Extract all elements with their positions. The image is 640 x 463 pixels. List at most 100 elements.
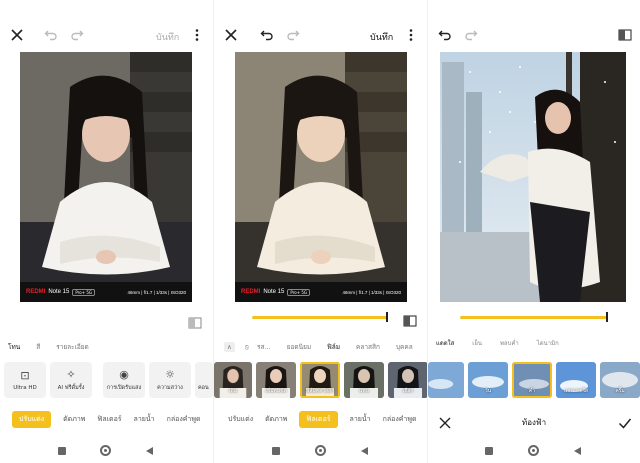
save-button[interactable]: บันทึก — [370, 30, 393, 44]
sky-thumb[interactable]: วัน — [468, 362, 508, 398]
tab-watermark[interactable]: ลายน้ำ — [350, 414, 371, 425]
tool-ultra-hd[interactable]: ⊡ Ultra HD — [4, 362, 46, 398]
system-nav-bar — [214, 444, 427, 458]
subtab-color[interactable]: สี — [36, 342, 40, 352]
subtab-detail[interactable]: รายละเอียด — [56, 342, 89, 352]
compare-icon[interactable] — [188, 314, 202, 329]
photo-preview: REDMI Note 15 Pro+ 5G 46mm | f/1.7 | 1/3… — [235, 52, 407, 302]
filter-thumbnails: เดิม เพิ่มคมชัด ฟิล์มคลาสสิก แทน เยือก — [214, 362, 427, 398]
category-dusk[interactable]: พลบค่ำ — [500, 338, 519, 348]
editor-bottom-tabs: ปรับแต่ง ตัดภาพ ฟิลเตอร์ ลายน้ำ กล่องคำพ… — [228, 410, 427, 428]
watermark-strip: REDMI Note 15 Pro+ 5G 46mm | f/1.7 | 1/3… — [235, 282, 407, 302]
sky-categories: แดดใส เย็น พลบค่ำ ไดนามิก — [436, 338, 640, 348]
undo-icon[interactable] — [42, 26, 60, 44]
filter-thumb[interactable]: เพิ่มคมชัด — [256, 362, 296, 398]
collapse-icon[interactable]: ∧ — [224, 342, 235, 352]
watermark-tag: Pro+ 5G — [287, 288, 310, 296]
sky-thumbnails: วัน ค่ำ แสงแดดใส ครึ้ม — [428, 362, 640, 398]
watermark-model: Note 15 — [263, 289, 285, 295]
category-popular[interactable]: ยอดนิยม — [287, 342, 311, 352]
brightness-icon: ☼ — [165, 367, 175, 381]
undo-icon[interactable] — [436, 26, 454, 44]
tool-label: ความสว่าง — [157, 384, 183, 391]
redo-icon[interactable] — [68, 26, 86, 44]
filter-thumb[interactable]: เยือก — [388, 362, 427, 398]
sky-thumb-label: ค่ำ — [528, 388, 536, 394]
category-portrait[interactable]: บุคคล — [396, 342, 413, 352]
tool-brightness[interactable]: ☼ ความสว่าง — [149, 362, 191, 398]
sky-thumb[interactable]: ครึ้ม — [600, 362, 640, 398]
tool-contrast[interactable]: ◐ คอน — [195, 362, 213, 398]
adjust-tools: ⊡ Ultra HD ✧ AI ฟรีดั้มรั้ง ◉ การเปิดรับ… — [0, 362, 213, 398]
tool-exposure[interactable]: ◉ การเปิดรับแสง — [103, 362, 145, 398]
back-icon[interactable] — [574, 447, 581, 455]
filter-thumb[interactable]: แทน — [344, 362, 384, 398]
subtab-tone[interactable]: โทน — [8, 342, 20, 352]
more-menu-icon[interactable] — [402, 26, 420, 44]
watermark-brand: REDMI — [241, 289, 261, 295]
home-icon[interactable] — [100, 445, 111, 456]
back-icon[interactable] — [146, 447, 153, 455]
exposure-icon: ◉ — [119, 367, 129, 381]
tool-ai-enhance[interactable]: ✧ AI ฟรีดั้มรั้ง — [50, 362, 92, 398]
filter-thumb[interactable]: เดิม — [214, 362, 252, 398]
recents-icon[interactable] — [58, 447, 66, 455]
watermark-tag: Pro+ 5G — [72, 288, 95, 296]
sky-thumb[interactable] — [428, 362, 464, 398]
tab-adjust[interactable]: ปรับแต่ง — [228, 414, 253, 425]
category-dynamic[interactable]: ไดนามิก — [537, 338, 559, 348]
back-icon[interactable] — [361, 447, 368, 455]
save-button[interactable]: บันทึก — [156, 30, 179, 44]
slider-handle[interactable] — [606, 312, 608, 322]
compare-icon[interactable] — [616, 26, 634, 44]
sky-thumb-label: แสงแดดใส — [564, 388, 588, 394]
more-menu-icon[interactable] — [188, 26, 206, 44]
redo-icon[interactable] — [284, 26, 302, 44]
tab-speech-bubble[interactable]: กล่องคำพูด — [383, 414, 417, 425]
tab-watermark[interactable]: ลายน้ำ — [134, 414, 155, 425]
sky-intensity-slider[interactable] — [460, 312, 608, 322]
tab-filter[interactable]: ฟิลเตอร์ — [97, 414, 121, 425]
filter-thumb-label: เดิม — [228, 388, 238, 394]
tool-label: Ultra HD — [13, 384, 37, 391]
close-icon[interactable] — [222, 26, 240, 44]
close-icon[interactable] — [8, 26, 26, 44]
photo-preview: REDMI Note 15 Pro+ 5G 46mm | f/1.7 | 1/3… — [20, 52, 192, 302]
top-bar — [428, 26, 640, 48]
home-icon[interactable] — [528, 445, 539, 456]
redo-icon[interactable] — [462, 26, 480, 44]
tab-filter[interactable]: ฟิลเตอร์ — [299, 410, 338, 428]
slider-handle[interactable] — [386, 312, 388, 322]
ultra-hd-icon: ⊡ — [20, 368, 30, 382]
editor-panel-filter: บันทึก REDMI Note 15 Pro+ 5G 46mm | f/1.… — [213, 0, 427, 463]
photo-preview — [440, 52, 626, 302]
system-nav-bar — [428, 444, 640, 458]
filter-thumb-label: แทน — [359, 388, 369, 394]
filter-thumb-selected[interactable]: ฟิล์มคลาสสิก — [300, 362, 340, 398]
undo-icon[interactable] — [258, 26, 276, 44]
recents-icon[interactable] — [485, 447, 493, 455]
watermark-model: Note 15 — [48, 289, 70, 295]
sky-thumb-label: วัน — [484, 388, 492, 394]
sky-thumb-selected[interactable]: ค่ำ — [512, 362, 552, 398]
tab-speech-bubble[interactable]: กล่องคำพูด — [167, 414, 201, 425]
category-sunny[interactable]: แดดใส — [436, 338, 454, 348]
compare-icon[interactable] — [403, 312, 417, 327]
tool-label: การเปิดรับแสง — [106, 384, 142, 391]
category-favorites[interactable]: รส... — [257, 342, 271, 352]
sky-thumb[interactable]: แสงแดดใส — [556, 362, 596, 398]
category-film[interactable]: ฟิล์ม — [327, 342, 340, 352]
recents-icon[interactable] — [272, 447, 280, 455]
editor-bottom-tabs: ปรับแต่ง ตัดภาพ ฟิลเตอร์ ลายน้ำ กล่องคำพ… — [12, 410, 213, 428]
no-filter-icon[interactable]: ⦸ — [245, 343, 249, 352]
category-classic[interactable]: คลาสสิก — [356, 342, 380, 352]
tab-crop[interactable]: ตัดภาพ — [63, 414, 85, 425]
sky-panel-title: ท้องฟ้า — [521, 418, 547, 427]
tab-adjust[interactable]: ปรับแต่ง — [12, 410, 52, 428]
tab-crop[interactable]: ตัดภาพ — [265, 414, 287, 425]
filter-intensity-slider[interactable] — [252, 312, 388, 322]
home-icon[interactable] — [315, 445, 326, 456]
category-cool[interactable]: เย็น — [472, 338, 482, 348]
confirm-icon[interactable] — [616, 414, 634, 432]
sky-thumb-label: ครึ้ม — [615, 388, 625, 394]
